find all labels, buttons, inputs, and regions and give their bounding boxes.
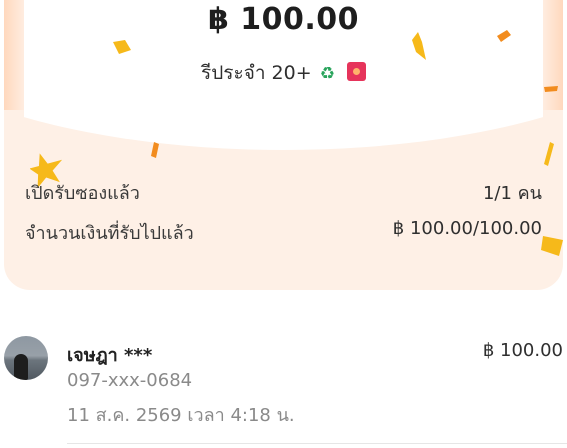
- opened-count-value: 1/1 คน: [482, 183, 542, 204]
- envelope-amount: ฿ 100.00: [207, 2, 360, 37]
- avatar: [4, 336, 48, 380]
- confetti-piece-icon: [544, 86, 558, 92]
- campaign-name: รีประจำ 20+: [201, 62, 312, 84]
- claimer-time: 11 ส.ค. 2569 เวลา 4:18 น.: [67, 405, 295, 426]
- avatar-person-icon: [14, 354, 28, 380]
- claimer-amount: ฿ 100.00: [482, 340, 563, 361]
- confetti-piece-icon: [412, 32, 426, 60]
- confetti-piece-icon: [113, 40, 131, 54]
- received-amount-value: ฿ 100.00/100.00: [392, 218, 542, 239]
- red-envelope-icon: [346, 62, 366, 81]
- confetti-piece-icon: [541, 236, 563, 256]
- claimer-phone: 097-xxx-0684: [67, 370, 193, 391]
- opened-count-label: เปิดรับซองแล้ว: [25, 183, 140, 204]
- confetti-piece-icon: [497, 30, 511, 42]
- confetti-piece-icon: [544, 142, 554, 166]
- received-amount-label: จำนวนเงินที่รับไปแล้ว: [25, 223, 194, 244]
- confetti-piece-icon: [151, 142, 159, 158]
- list-divider: [67, 443, 567, 444]
- claimer-name: เจษฎา ***: [67, 345, 153, 366]
- campaign-title: รีประจำ 20+ ♻: [0, 58, 567, 88]
- recycle-icon: ♻: [319, 64, 335, 84]
